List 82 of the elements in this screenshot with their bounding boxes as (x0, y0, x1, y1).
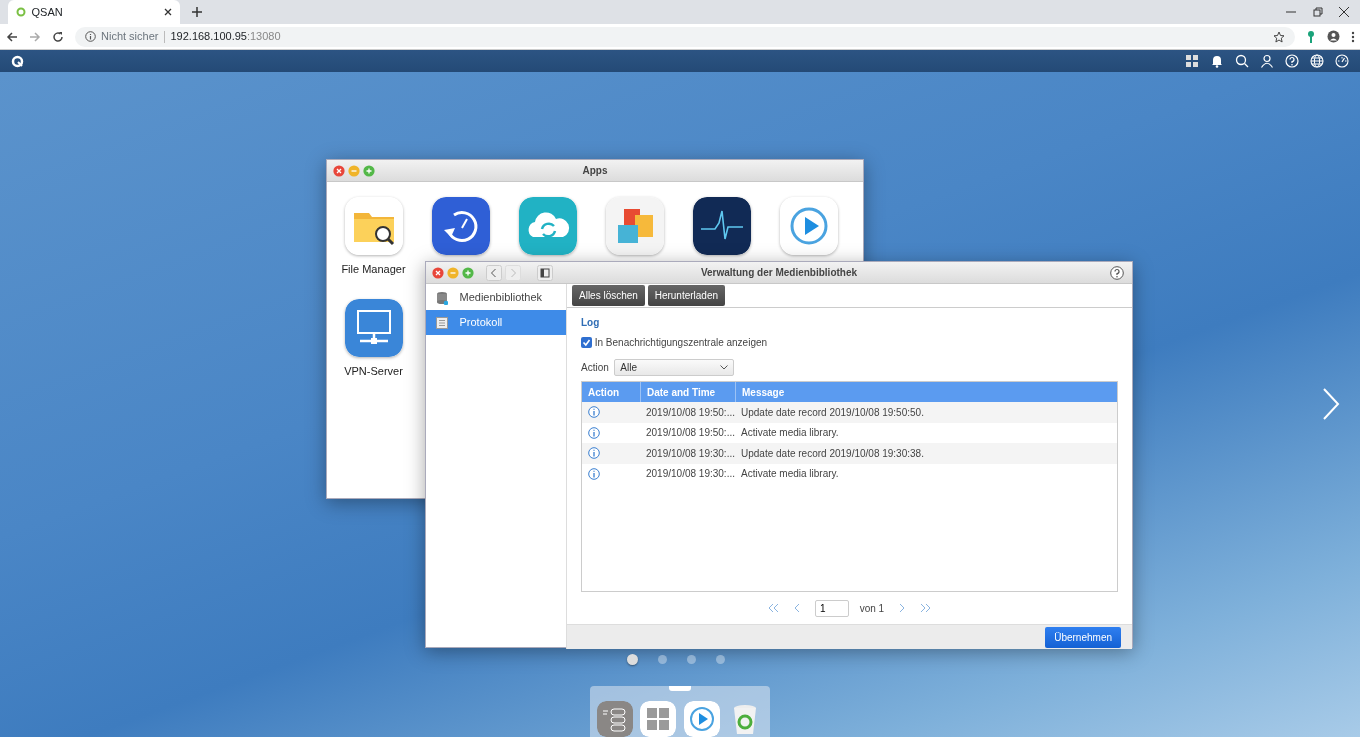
page-dot[interactable] (627, 654, 638, 665)
list-icon (436, 316, 448, 329)
checkbox[interactable] (581, 337, 592, 348)
url-text[interactable]: 192.168.100.95:13080 (170, 28, 281, 45)
new-tab-icon[interactable] (192, 7, 202, 17)
info-icon (588, 406, 600, 419)
account-icon[interactable] (1326, 30, 1340, 43)
star-icon[interactable] (1272, 30, 1285, 43)
chevron-down-icon (720, 365, 729, 370)
window-title: Verwaltung der Medienbibliothek (700, 266, 858, 280)
grid-icon[interactable] (640, 701, 677, 737)
info-icon (588, 426, 600, 439)
checkbox-label: In Benachrichtigungszentrale anzeigen (594, 336, 768, 350)
dock-handle[interactable] (669, 686, 691, 691)
toolbar-button[interactable]: Alles löschen (572, 285, 645, 306)
check-icon (582, 338, 591, 347)
site-icon (16, 7, 26, 17)
page-total: von 1 (859, 601, 885, 616)
close-button[interactable] (333, 165, 345, 177)
table-cell-text: Activate media library. (740, 426, 840, 441)
back-icon[interactable] (5, 30, 18, 43)
security-label: Nicht sicher (101, 29, 159, 45)
last-page-icon[interactable] (919, 603, 931, 613)
app-label[interactable]: File Manager (341, 261, 406, 278)
close-icon[interactable] (1339, 7, 1349, 17)
table-cell-text: Activate media library. (740, 467, 840, 482)
heartbeat-icon[interactable] (692, 197, 751, 255)
table-cell-text: Update date record 2019/10/08 19:30:38. (740, 446, 925, 461)
vpn-monitor-icon[interactable] (344, 299, 403, 357)
filter-label: Action (581, 361, 609, 375)
menu-icon[interactable] (1350, 30, 1355, 43)
forward-icon[interactable] (28, 30, 41, 43)
page-dot[interactable] (658, 655, 667, 664)
gauge-arrow-icon[interactable] (431, 197, 490, 255)
window-title: Apps (582, 164, 608, 178)
back-button[interactable] (486, 265, 502, 281)
cloud-sync-icon[interactable] (518, 197, 577, 255)
sidebar-toggle-button[interactable] (537, 265, 553, 281)
next-page-icon[interactable] (898, 603, 905, 613)
info-icon (84, 31, 96, 42)
page-input[interactable]: 1 (814, 599, 849, 617)
globe-icon[interactable] (1310, 54, 1324, 68)
toggles-icon[interactable] (596, 701, 633, 737)
divider (163, 30, 165, 43)
restore-icon[interactable] (1312, 7, 1323, 17)
table-cell-text: 2019/10/08 19:50:... (645, 405, 735, 420)
tab-title: QSAN (31, 4, 64, 20)
page-dot[interactable] (716, 655, 725, 664)
key-icon[interactable] (1305, 29, 1316, 44)
logo-icon[interactable] (11, 54, 24, 68)
close-icon[interactable] (164, 8, 172, 16)
app-label[interactable]: VPN-Server (344, 363, 403, 380)
maximize-button[interactable] (462, 267, 474, 279)
table-cell-text: 2019/10/08 19:30:... (645, 467, 735, 482)
gauge-icon[interactable] (1335, 54, 1349, 68)
help-button[interactable] (1110, 266, 1124, 280)
database-icon (436, 290, 448, 305)
section-title: Log (581, 316, 601, 330)
previous-page-icon[interactable] (794, 603, 801, 613)
apply-button[interactable]: Übernehmen (1045, 626, 1121, 648)
play-circle-icon[interactable] (779, 197, 838, 255)
browser-tab[interactable]: QSAN (8, 0, 180, 24)
page-dot[interactable] (687, 655, 696, 664)
bell-icon[interactable] (1210, 54, 1224, 68)
close-button[interactable] (432, 267, 444, 279)
table-cell-text: Update date record 2019/10/08 19:50:50. (740, 405, 925, 420)
info-icon (588, 467, 600, 480)
search-icon[interactable] (1235, 54, 1249, 68)
info-icon (588, 447, 600, 460)
user-icon[interactable] (1260, 54, 1274, 68)
sidebar-item[interactable]: Medienbibliothek (426, 285, 566, 310)
help-icon[interactable] (1285, 54, 1299, 68)
filter-dropdown[interactable]: Alle (614, 359, 735, 376)
toolbar-button[interactable]: Herunterladen (647, 285, 726, 306)
first-page-icon[interactable] (768, 603, 780, 613)
maximize-button[interactable] (363, 165, 375, 177)
table-cell-text: 2019/10/08 19:50:... (645, 426, 735, 441)
reload-icon[interactable] (51, 30, 64, 43)
table-cell-text: 2019/10/08 19:30:... (645, 446, 735, 461)
grid-icon[interactable] (1185, 54, 1199, 68)
blocks-icon[interactable] (605, 197, 664, 255)
file-manager-icon[interactable] (344, 197, 403, 255)
